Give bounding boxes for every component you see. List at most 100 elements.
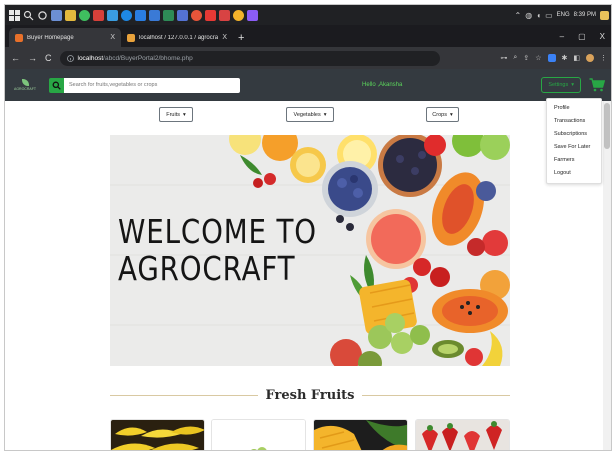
back-arrow-icon[interactable]: ← [11, 53, 20, 63]
os-taskbar: ⌃ ◍ ◖ ▭ ENG 8:39 PM [5, 5, 611, 25]
app-icon[interactable] [51, 9, 62, 21]
app-icon[interactable] [163, 9, 174, 21]
url-path: /abcd/BuyerPortal2/bhome.php [103, 54, 193, 62]
page-scrollbar[interactable] [603, 101, 611, 450]
forward-arrow-icon[interactable]: → [28, 53, 37, 63]
menu-item-logout[interactable]: Logout [547, 167, 601, 180]
product-card[interactable] [313, 419, 408, 450]
vegetables-dropdown-button[interactable]: Vegetables ▾ [286, 107, 334, 122]
browser-toolbar: ← → C localhost/abcd/BuyerPortal2/bhome.… [5, 47, 611, 69]
tab-phpmyadmin[interactable]: localhost / 127.0.0.1 / agrocraft X [121, 28, 233, 47]
section-header: Fresh Fruits [110, 385, 510, 405]
brand-text: AGROCRAFT [14, 87, 36, 91]
extension-icon[interactable] [547, 54, 556, 62]
app-icon[interactable] [247, 9, 258, 21]
fruits-dropdown-button[interactable]: Fruits ▾ [159, 107, 193, 122]
caret-down-icon: ▾ [449, 111, 453, 118]
file-explorer-icon[interactable] [65, 9, 76, 21]
toolbar-actions: ⊶ ⌕ ⇪ ☆ ✱ ◧ ⋮ [500, 54, 607, 62]
site-navbar: AGROCRAFT Hello ,Akansha Settings ▾ [5, 69, 611, 101]
product-image [212, 420, 305, 450]
settings-menu: Profile Transactions Subscriptions Save … [546, 98, 602, 184]
windows-start-icon[interactable] [9, 9, 20, 21]
tab-label: localhost / 127.0.0.1 / agrocraft [139, 34, 219, 41]
caret-down-icon: ▾ [571, 82, 574, 88]
screen: ⌃ ◍ ◖ ▭ ENG 8:39 PM Buyer Homepage X loc… [0, 0, 616, 455]
app-icon[interactable] [135, 9, 146, 21]
hero-title-line: AGROCRAFT [118, 249, 296, 288]
tab-buyer-homepage[interactable]: Buyer Homepage X [9, 28, 121, 47]
hero-banner: WELCOME TO AGROCRAFT [110, 135, 510, 366]
vscode-icon[interactable] [149, 9, 160, 21]
menu-item-transactions[interactable]: Transactions [547, 115, 601, 128]
reload-icon[interactable]: C [45, 53, 52, 63]
more-menu-icon[interactable]: ⋮ [600, 54, 607, 62]
favicon-icon [127, 33, 135, 42]
menu-item-save-for-later[interactable]: Save For Later [547, 141, 601, 154]
search-icon[interactable] [23, 10, 34, 21]
product-card[interactable] [415, 419, 510, 450]
language-indicator[interactable]: ENG [557, 12, 570, 18]
volume-icon[interactable]: ◖ [536, 11, 541, 20]
chevron-up-icon[interactable]: ⌃ [515, 11, 522, 20]
extensions-puzzle-icon[interactable]: ✱ [562, 54, 568, 62]
chrome-icon[interactable] [121, 9, 132, 21]
network-icon[interactable]: ◍ [525, 11, 532, 20]
profile-avatar[interactable] [586, 54, 594, 62]
clock[interactable]: 8:39 PM [574, 12, 596, 18]
app-icon[interactable] [107, 9, 118, 21]
zoom-icon[interactable]: ⌕ [513, 54, 517, 62]
browser-tab-strip: Buyer Homepage X localhost / 127.0.0.1 /… [5, 25, 611, 47]
cart-icon[interactable] [589, 78, 605, 92]
hero-title-line: WELCOME TO [118, 212, 317, 251]
side-panel-icon[interactable]: ◧ [573, 54, 580, 62]
address-bar[interactable]: localhost/abcd/BuyerPortal2/bhome.php [59, 50, 440, 66]
product-grid [110, 419, 510, 450]
favicon-icon [15, 33, 23, 42]
hero-title: WELCOME TO AGROCRAFT [118, 213, 317, 287]
brand-logo[interactable]: AGROCRAFT [13, 79, 37, 91]
notification-icon[interactable] [600, 10, 609, 20]
tab-close-icon[interactable]: X [110, 34, 115, 41]
scrollbar-thumb[interactable] [604, 103, 610, 149]
app-icon[interactable] [219, 9, 230, 21]
task-view-icon[interactable] [37, 10, 48, 21]
close-window-button[interactable]: X [600, 32, 605, 41]
new-tab-button[interactable]: + [238, 32, 244, 44]
product-card[interactable] [110, 419, 205, 450]
crops-dropdown-button[interactable]: Crops ▾ [426, 107, 459, 122]
category-label: Vegetables [293, 111, 321, 118]
product-image [314, 420, 407, 450]
app-icon[interactable] [233, 9, 244, 21]
product-card[interactable] [211, 419, 306, 450]
browser-window: ⌃ ◍ ◖ ▭ ENG 8:39 PM Buyer Homepage X loc… [4, 4, 612, 451]
app-icon[interactable] [93, 9, 104, 21]
info-icon[interactable] [66, 54, 74, 62]
caret-down-icon: ▾ [323, 111, 327, 118]
tab-close-icon[interactable]: X [222, 34, 227, 41]
search-input[interactable] [64, 77, 240, 93]
search-icon [52, 81, 61, 90]
leaf-icon [21, 79, 29, 86]
category-filters: Fruits ▾ Vegetables ▾ Crops ▾ [5, 107, 611, 123]
share-icon[interactable]: ⇪ [523, 54, 529, 62]
battery-icon[interactable]: ▭ [545, 11, 553, 20]
minimize-button[interactable]: – [560, 32, 564, 41]
greeting-text: Hello ,Akansha [362, 82, 403, 88]
category-label: Crops [432, 111, 447, 118]
settings-dropdown-button[interactable]: Settings ▾ [541, 77, 581, 93]
app-icon[interactable] [191, 9, 202, 21]
menu-item-farmers[interactable]: Farmers [547, 154, 601, 167]
url-host: localhost [77, 54, 104, 62]
key-icon[interactable]: ⊶ [500, 54, 507, 62]
menu-item-profile[interactable]: Profile [547, 102, 601, 115]
whatsapp-icon[interactable] [79, 9, 90, 21]
menu-item-subscriptions[interactable]: Subscriptions [547, 128, 601, 141]
taskbar-apps [9, 9, 258, 21]
bookmark-star-icon[interactable]: ☆ [535, 54, 541, 62]
app-icon[interactable] [205, 9, 216, 21]
maximize-button[interactable]: ▢ [578, 32, 586, 41]
search-button[interactable] [49, 77, 64, 93]
system-tray: ⌃ ◍ ◖ ▭ ENG 8:39 PM [515, 10, 609, 20]
app-icon[interactable] [177, 9, 188, 21]
